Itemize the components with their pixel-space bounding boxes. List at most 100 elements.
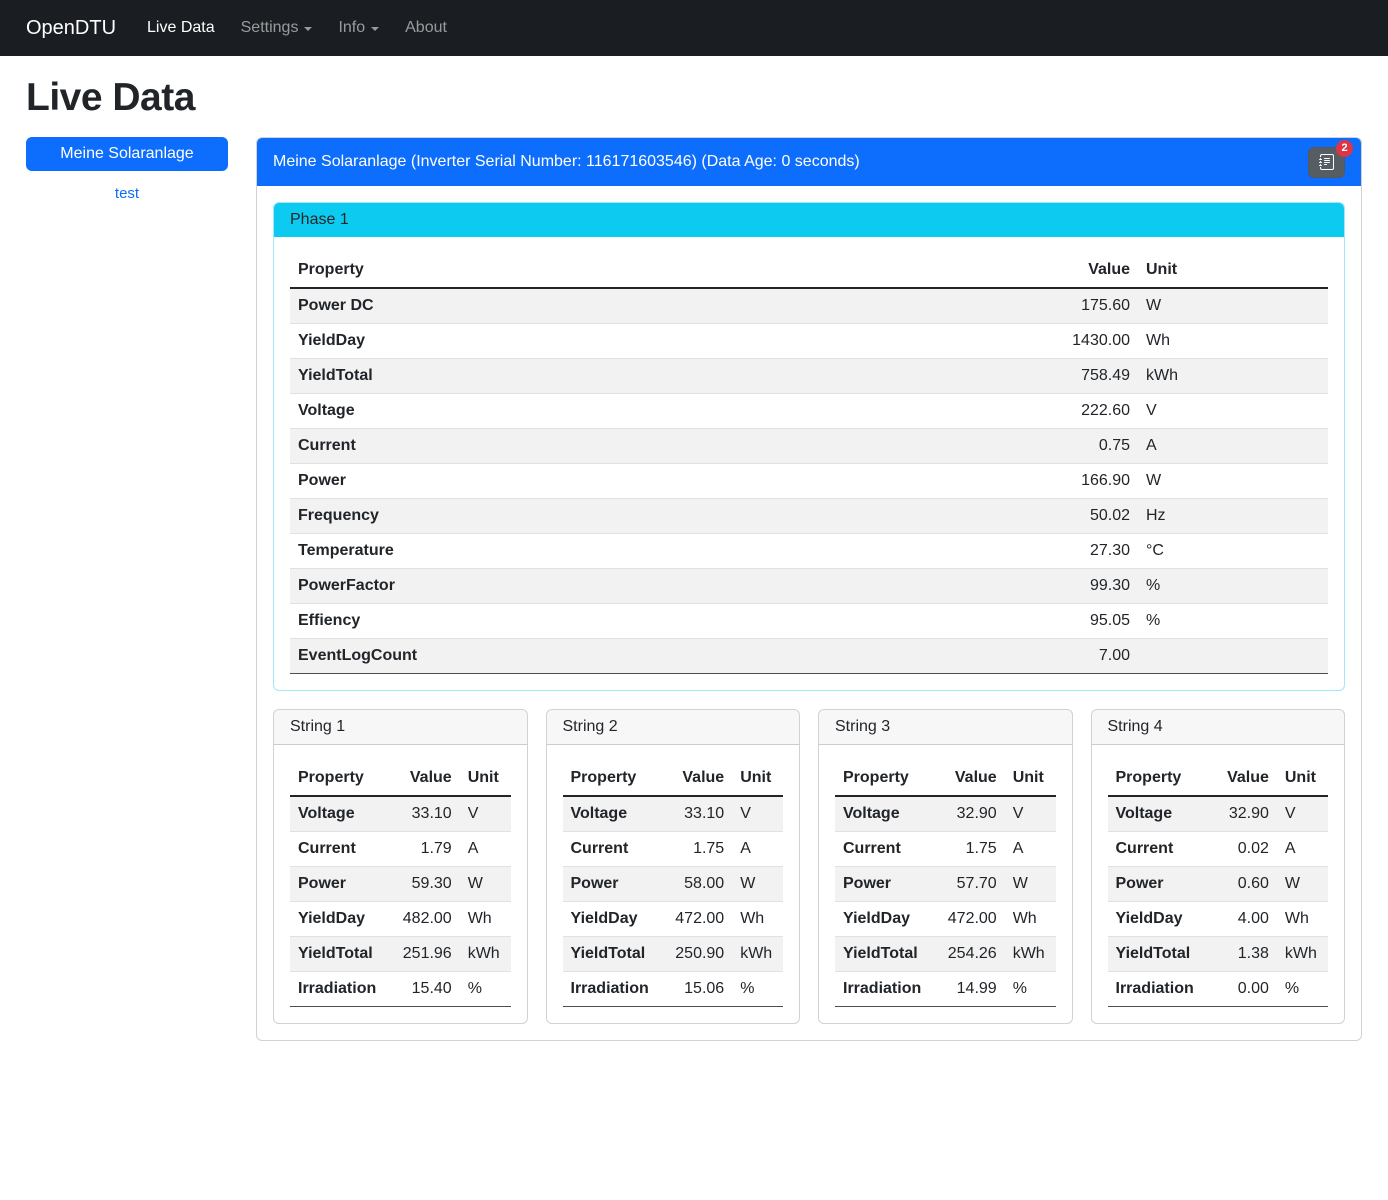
nav-live-data[interactable]: Live Data xyxy=(134,11,228,45)
table-row: Current1.75A xyxy=(835,832,1056,867)
table-header-row: Property Value Unit xyxy=(290,761,511,796)
unit-cell: % xyxy=(1005,972,1056,1007)
property-cell: Voltage xyxy=(290,796,384,832)
property-cell: YieldTotal xyxy=(835,937,929,972)
inverter-card: Meine Solaranlage (Inverter Serial Numbe… xyxy=(256,137,1362,1041)
inverter-card-body: Phase 1 Property Value Unit xyxy=(257,186,1361,1040)
table-row: YieldTotal251.96kWh xyxy=(290,937,511,972)
table-row: Frequency50.02Hz xyxy=(290,499,1328,534)
inverter-select-button[interactable]: Meine Solaranlage xyxy=(26,137,228,171)
property-cell: Irradiation xyxy=(290,972,384,1007)
property-cell: Current xyxy=(290,832,384,867)
table-row: Power DC175.60W xyxy=(290,288,1328,324)
unit-cell: W xyxy=(1138,288,1328,324)
unit-cell: W xyxy=(732,867,783,902)
table-row: YieldTotal1.38kWh xyxy=(1108,937,1329,972)
navbar: OpenDTU Live Data Settings Info About xyxy=(0,0,1388,56)
value-cell: 95.05 xyxy=(838,604,1138,639)
unit-cell: A xyxy=(460,832,511,867)
value-cell: 7.00 xyxy=(838,639,1138,674)
eventlog-button[interactable]: 2 xyxy=(1308,147,1345,178)
property-cell: Power xyxy=(290,464,838,499)
table-row: Power57.70W xyxy=(835,867,1056,902)
nav-live-data-label: Live Data xyxy=(147,19,215,37)
property-cell: PowerFactor xyxy=(290,569,838,604)
unit-cell: V xyxy=(1277,796,1328,832)
value-cell: 250.90 xyxy=(657,937,732,972)
unit-cell: Wh xyxy=(1277,902,1328,937)
column-header-unit: Unit xyxy=(1138,253,1328,288)
property-cell: Current xyxy=(1108,832,1202,867)
unit-cell: kWh xyxy=(460,937,511,972)
property-cell: Power xyxy=(835,867,929,902)
inverter-select-test-link[interactable]: test xyxy=(26,185,228,202)
unit-cell: Wh xyxy=(1138,324,1328,359)
unit-cell: A xyxy=(1138,429,1328,464)
value-cell: 1.75 xyxy=(657,832,732,867)
unit-cell: % xyxy=(460,972,511,1007)
column-header-property: Property xyxy=(290,253,838,288)
value-cell: 32.90 xyxy=(929,796,1004,832)
unit-cell: kWh xyxy=(732,937,783,972)
table-row: Voltage32.90V xyxy=(835,796,1056,832)
column-header-value: Value xyxy=(657,761,732,796)
value-cell: 482.00 xyxy=(384,902,459,937)
table-header-row: Property Value Unit xyxy=(1108,761,1329,796)
nav-info[interactable]: Info xyxy=(325,11,392,45)
table-row: Power58.00W xyxy=(563,867,784,902)
table-row: Power0.60W xyxy=(1108,867,1329,902)
nav-about[interactable]: About xyxy=(392,11,460,45)
property-cell: YieldDay xyxy=(290,324,838,359)
table-row: Current0.75A xyxy=(290,429,1328,464)
unit-cell: Wh xyxy=(732,902,783,937)
unit-cell: °C xyxy=(1138,534,1328,569)
string-card-header: String 3 xyxy=(819,710,1072,745)
app-brand[interactable]: OpenDTU xyxy=(26,17,116,40)
unit-cell: A xyxy=(732,832,783,867)
unit-cell: kWh xyxy=(1138,359,1328,394)
value-cell: 1.79 xyxy=(384,832,459,867)
value-cell: 1430.00 xyxy=(838,324,1138,359)
value-cell: 758.49 xyxy=(838,359,1138,394)
nav-settings[interactable]: Settings xyxy=(228,11,326,45)
table-row: EventLogCount7.00 xyxy=(290,639,1328,674)
table-header-row: Property Value Unit xyxy=(290,253,1328,288)
string-card-4: String 4 Property Value Unit xyxy=(1091,709,1346,1024)
table-row: Irradiation14.99% xyxy=(835,972,1056,1007)
table-row: Effiency95.05% xyxy=(290,604,1328,639)
column-header-unit: Unit xyxy=(732,761,783,796)
table-row: Current1.79A xyxy=(290,832,511,867)
property-cell: Irradiation xyxy=(563,972,657,1007)
table-row: Irradiation15.40% xyxy=(290,972,511,1007)
string-4-table: Property Value Unit Voltage32.90VCurrent… xyxy=(1108,761,1329,1007)
string-card-2: String 2 Property Value Unit xyxy=(546,709,801,1024)
unit-cell: W xyxy=(1138,464,1328,499)
value-cell: 32.90 xyxy=(1202,796,1277,832)
property-cell: YieldDay xyxy=(290,902,384,937)
property-cell: Power xyxy=(1108,867,1202,902)
table-row: Temperature27.30°C xyxy=(290,534,1328,569)
value-cell: 33.10 xyxy=(384,796,459,832)
value-cell: 15.06 xyxy=(657,972,732,1007)
column-header-unit: Unit xyxy=(460,761,511,796)
string-card-3: String 3 Property Value Unit xyxy=(818,709,1073,1024)
table-row: YieldDay4.00Wh xyxy=(1108,902,1329,937)
string-card-1: String 1 Property Value Unit xyxy=(273,709,528,1024)
property-cell: EventLogCount xyxy=(290,639,838,674)
unit-cell: V xyxy=(1138,394,1328,429)
column-header-value: Value xyxy=(384,761,459,796)
property-cell: Power xyxy=(563,867,657,902)
unit-cell xyxy=(1138,639,1328,674)
page-container: Live Data Meine Solaranlage test Meine S… xyxy=(0,76,1388,1049)
property-cell: Voltage xyxy=(835,796,929,832)
column-header-value: Value xyxy=(1202,761,1277,796)
value-cell: 0.60 xyxy=(1202,867,1277,902)
property-cell: Current xyxy=(290,429,838,464)
main-nav: Live Data Settings Info About xyxy=(134,11,460,45)
column-header-property: Property xyxy=(290,761,384,796)
property-cell: YieldTotal xyxy=(290,937,384,972)
property-cell: Voltage xyxy=(563,796,657,832)
value-cell: 99.30 xyxy=(838,569,1138,604)
table-row: Current1.75A xyxy=(563,832,784,867)
value-cell: 0.00 xyxy=(1202,972,1277,1007)
